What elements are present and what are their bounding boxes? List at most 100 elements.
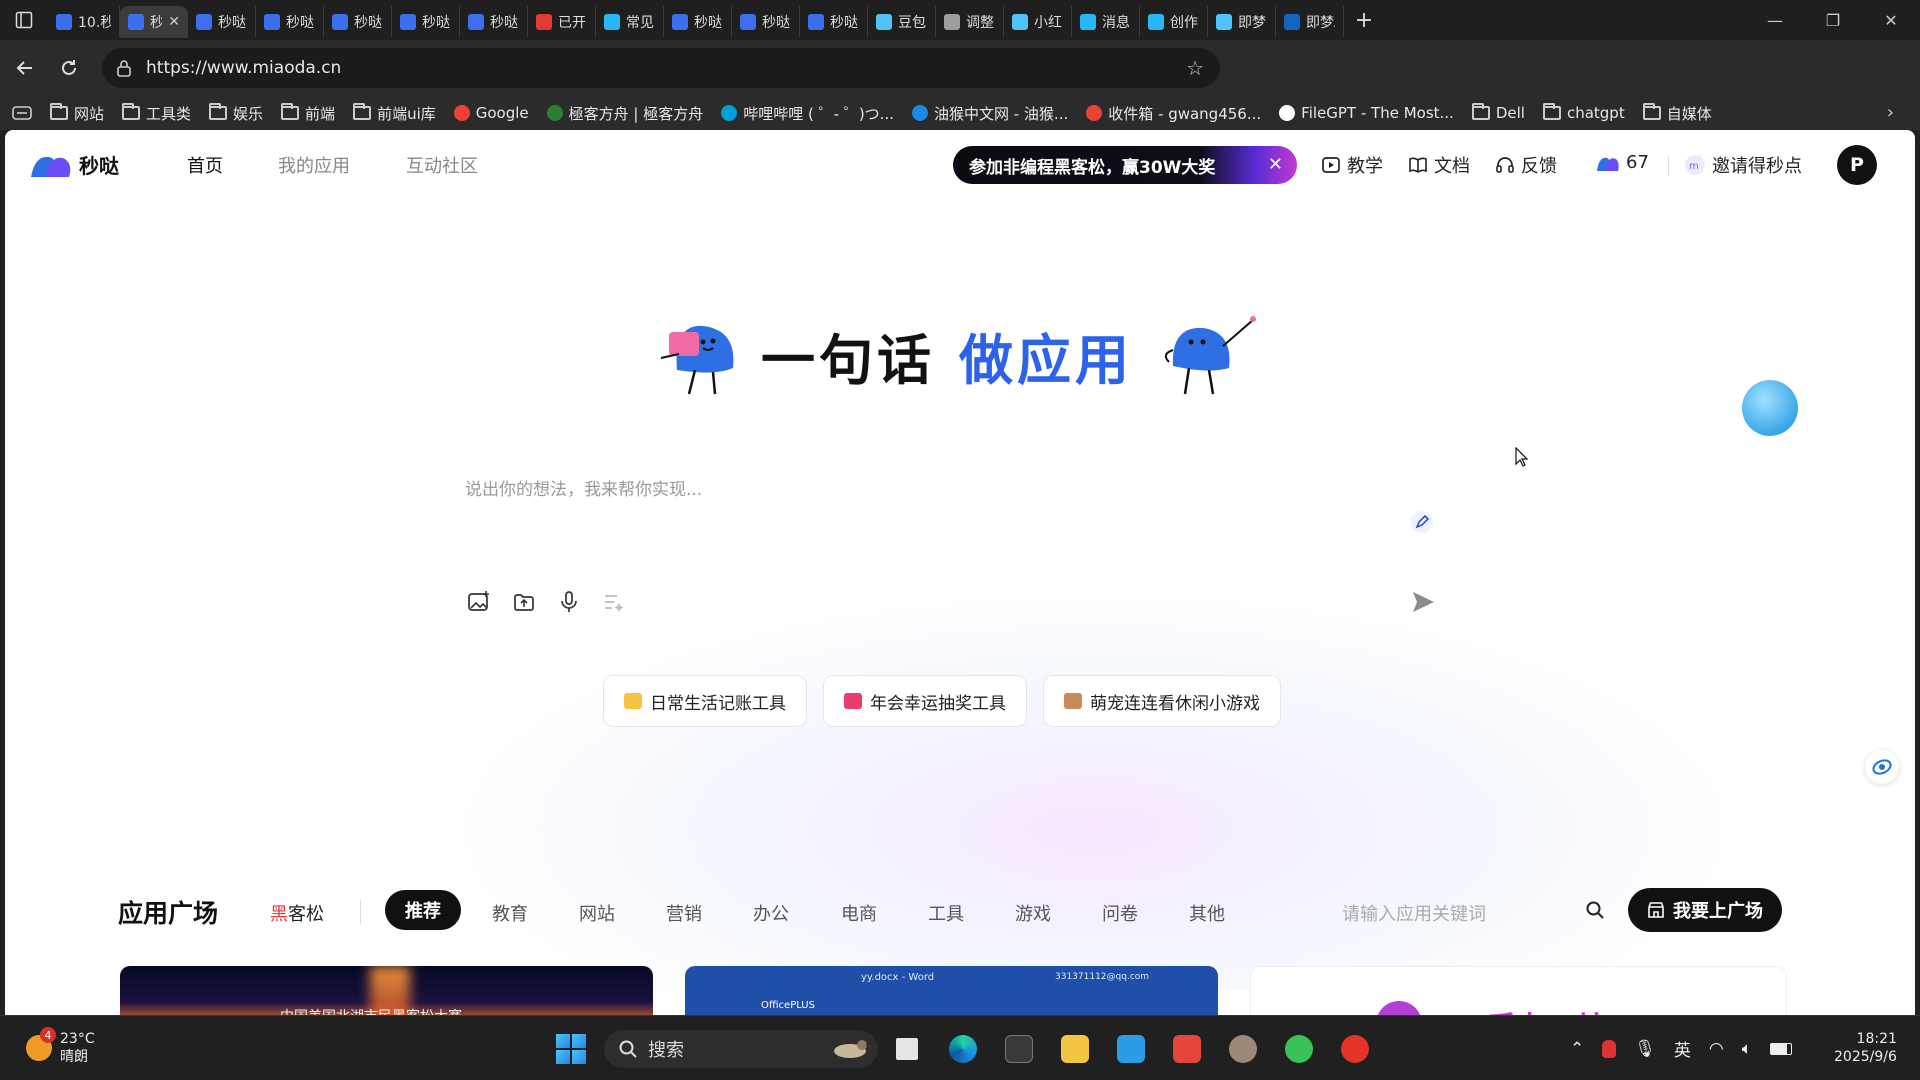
bookmark-item[interactable]: FileGPT - The Most...: [1270, 104, 1463, 122]
bookmark-item[interactable]: chatgpt: [1534, 103, 1634, 122]
browser-tab[interactable]: 已开: [528, 6, 596, 38]
system-clock[interactable]: 18:21 2025/9/6: [1834, 1030, 1897, 1066]
browser-tab[interactable]: 常见: [596, 6, 664, 38]
bookmark-item[interactable]: Google: [445, 104, 538, 122]
app-search-input[interactable]: 请输入应用关键词: [1342, 900, 1486, 926]
suggestion-chip[interactable]: 年会幸运抽奖工具: [823, 675, 1027, 727]
browser-tab[interactable]: 小红: [1004, 6, 1072, 38]
send-button[interactable]: [1410, 589, 1436, 615]
browser-tab[interactable]: 秒哒: [460, 6, 528, 38]
browser-tab[interactable]: 秒哒: [664, 6, 732, 38]
nav-my-apps[interactable]: 我的应用: [278, 152, 350, 178]
ai-polish-pen-icon[interactable]: [1410, 510, 1434, 534]
wechat-icon[interactable]: [1278, 1028, 1320, 1070]
windows-start-icon[interactable]: [556, 1034, 586, 1064]
category-tab[interactable]: 推荐: [385, 890, 461, 930]
microphone-icon[interactable]: [557, 590, 581, 614]
browser-tab[interactable]: 秒哒: [732, 6, 800, 38]
back-button[interactable]: [3, 46, 47, 90]
avatar-app-icon[interactable]: [1222, 1028, 1264, 1070]
microphone-tray-icon[interactable]: 🎙︎: [1634, 1039, 1656, 1059]
hackathon-promo-banner[interactable]: 参加非编程黑客松，赢30W大奖 ✕: [953, 146, 1297, 184]
tray-overflow-chevron-icon[interactable]: ⌃: [1570, 1039, 1584, 1059]
reload-button[interactable]: [47, 46, 91, 90]
app-card[interactable]: 3D手办工坊: [1250, 966, 1787, 1015]
wps-office-icon[interactable]: [1166, 1028, 1208, 1070]
file-upload-icon[interactable]: [512, 590, 536, 614]
taskbar-search-box[interactable]: 搜索: [604, 1030, 878, 1068]
user-avatar[interactable]: P: [1837, 145, 1877, 185]
search-icon[interactable]: [1585, 900, 1605, 920]
bookmark-item[interactable]: 前端ui库: [344, 103, 445, 124]
qq-tray-icon[interactable]: [1602, 1039, 1617, 1058]
docs-link[interactable]: 文档: [1408, 152, 1470, 178]
floating-assistant-ball[interactable]: [1742, 380, 1798, 436]
bookmark-item[interactable]: 工具类: [113, 103, 200, 124]
minimize-button[interactable]: —: [1746, 0, 1804, 40]
hackathon-filter[interactable]: 黑客松: [270, 900, 324, 926]
app-card[interactable]: 中国美国北湖市民黑客松大赛: [120, 966, 653, 1015]
favorite-star-icon[interactable]: ☆: [1186, 56, 1204, 80]
browser-tab[interactable]: 消息: [1072, 6, 1140, 38]
browser-tab[interactable]: 秒哒: [392, 6, 460, 38]
publish-to-market-button[interactable]: 我要上广场: [1628, 888, 1782, 932]
category-tab[interactable]: 办公: [753, 900, 789, 926]
browser-tab[interactable]: 秒哒: [800, 6, 868, 38]
category-tab[interactable]: 教育: [492, 900, 528, 926]
category-tab[interactable]: 其他: [1189, 900, 1225, 926]
restore-button[interactable]: ❐: [1804, 0, 1862, 40]
vscode-icon[interactable]: [1110, 1028, 1152, 1070]
close-window-button[interactable]: ✕: [1862, 0, 1920, 40]
bookmark-item[interactable]: 油猴中文网 - 油猴...: [903, 103, 1077, 124]
browser-tab[interactable]: 秒哒: [324, 6, 392, 38]
red-compass-app-icon[interactable]: [1334, 1028, 1376, 1070]
bookmark-item[interactable]: 娱乐: [200, 103, 272, 124]
category-tab[interactable]: 工具: [928, 900, 964, 926]
bookmark-item[interactable]: 自媒体: [1634, 103, 1721, 124]
more-bookmarks-chevron-icon[interactable]: ›: [1887, 102, 1894, 123]
promo-close-icon[interactable]: ✕: [1268, 154, 1283, 175]
bookmark-item[interactable]: 哔哩哔哩 ( ゜- ゜)つ...: [712, 103, 903, 124]
url-bar[interactable]: https://www.miaoda.cn ☆: [102, 48, 1220, 88]
invite-link[interactable]: m 邀请得秒点: [1684, 152, 1802, 178]
category-tab[interactable]: 电商: [841, 900, 877, 926]
weather-widget[interactable]: 4 23°C 晴朗: [26, 1027, 95, 1066]
browser-tab[interactable]: 即梦A: [1276, 6, 1344, 38]
idea-prompt-input[interactable]: 说出你的想法，我来帮你实现...: [465, 475, 702, 500]
browser-tab[interactable]: 调整: [936, 6, 1004, 38]
suggestion-chip[interactable]: 萌宠连连看休闲小游戏: [1043, 675, 1281, 727]
category-tab[interactable]: 问卷: [1102, 900, 1138, 926]
task-view-icon[interactable]: [886, 1028, 928, 1070]
brand-logo[interactable]: 秒哒: [29, 150, 119, 179]
edge-browser-icon[interactable]: [942, 1028, 984, 1070]
ime-indicator[interactable]: 英: [1674, 1036, 1691, 1061]
browser-tab[interactable]: 即梦: [1208, 6, 1276, 38]
site-info-icon[interactable]: [116, 59, 132, 77]
prompt-optimize-icon[interactable]: [602, 590, 626, 614]
wifi-icon[interactable]: ◠: [1709, 1039, 1724, 1059]
side-assistant-icon[interactable]: [1865, 750, 1899, 784]
image-upload-icon[interactable]: [467, 590, 491, 614]
browser-tab[interactable]: 秒哒: [256, 6, 324, 38]
browser-tab[interactable]: 秒哒: [188, 6, 256, 38]
tab-actions-button[interactable]: [0, 0, 48, 40]
reading-mode-icon[interactable]: [0, 106, 41, 120]
bookmark-item[interactable]: 極客方舟 | 極客方舟: [538, 103, 713, 124]
url-text[interactable]: https://www.miaoda.cn: [146, 58, 341, 78]
category-tab[interactable]: 网站: [579, 900, 615, 926]
browser-tab[interactable]: 秒 ✕: [120, 6, 188, 38]
volume-icon[interactable]: 🔈︎: [1742, 1039, 1752, 1059]
nav-home[interactable]: 首页: [187, 152, 223, 178]
file-explorer-icon[interactable]: [1054, 1028, 1096, 1070]
browser-tab[interactable]: 豆包: [868, 6, 936, 38]
tutorial-link[interactable]: 教学: [1321, 152, 1383, 178]
browser-tab[interactable]: 创作: [1140, 6, 1208, 38]
category-tab[interactable]: 营销: [666, 900, 702, 926]
app-card[interactable]: yy.docx - Word 331371112@qq.com OfficePL…: [685, 966, 1218, 1015]
close-tab-icon[interactable]: ✕: [168, 14, 180, 30]
terminal-icon[interactable]: [998, 1028, 1040, 1070]
category-tab[interactable]: 游戏: [1015, 900, 1051, 926]
battery-icon[interactable]: [1769, 1042, 1792, 1055]
new-tab-button[interactable]: +: [1344, 8, 1384, 33]
points-counter[interactable]: 67: [1596, 152, 1649, 173]
